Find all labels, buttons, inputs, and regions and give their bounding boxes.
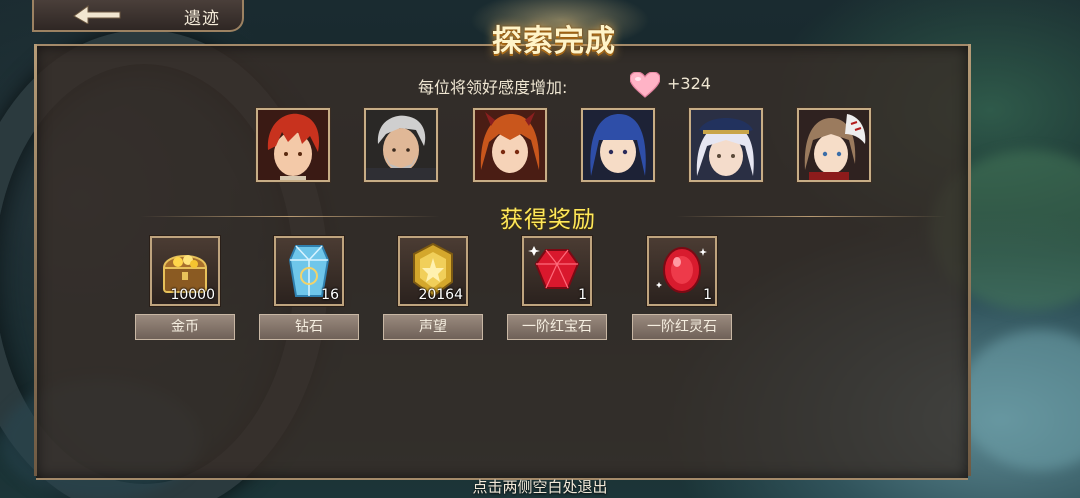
hero-face-icon [691, 110, 761, 180]
reward-count: 16 [321, 287, 339, 303]
reward-count: 1 [703, 287, 712, 303]
reward-label: 一阶红灵石 [632, 314, 732, 340]
reward-count: 10000 [170, 287, 215, 303]
hero-face-icon [799, 110, 869, 180]
reward-label: 声望 [383, 314, 483, 340]
heart-icon [630, 72, 660, 98]
hero-portrait-3[interactable] [473, 108, 547, 182]
reward-label: 钻石 [259, 314, 359, 340]
hero-portrait-1[interactable] [256, 108, 330, 182]
affection-label: 每位将领好感度增加: [418, 78, 568, 97]
hero-portrait-5[interactable] [689, 108, 763, 182]
hero-face-icon [258, 110, 328, 180]
hero-face-icon [366, 110, 436, 180]
reward-title: 获得奖励 [500, 207, 596, 233]
panel-right-border [968, 44, 971, 476]
exit-hint: 点击两侧空白处退出 [472, 478, 608, 496]
page-title: 探索完成 [492, 24, 616, 59]
location-title: 遗迹 [184, 9, 220, 29]
reward-label: 一阶红宝石 [507, 314, 607, 340]
hero-face-icon [475, 110, 545, 180]
panel-left-border [34, 44, 37, 476]
back-arrow-icon[interactable] [72, 4, 122, 24]
hero-portrait-6[interactable] [797, 108, 871, 182]
affection-value: +324 [667, 74, 711, 93]
hero-portrait-4[interactable] [581, 108, 655, 182]
hero-face-icon [583, 110, 653, 180]
divider-right [676, 216, 946, 217]
reward-count: 20164 [418, 287, 463, 303]
top-nav: 遗迹 [32, 0, 244, 32]
hero-portrait-2[interactable] [364, 108, 438, 182]
divider-left [140, 216, 440, 217]
reward-count: 1 [578, 287, 587, 303]
reward-label: 金币 [135, 314, 235, 340]
